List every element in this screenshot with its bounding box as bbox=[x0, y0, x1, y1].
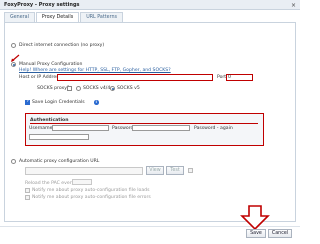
manual-arrow-icon bbox=[11, 54, 20, 62]
save-button[interactable]: Save bbox=[246, 229, 266, 238]
auto-proxy-radio[interactable] bbox=[11, 159, 16, 164]
port-input[interactable]: 0 bbox=[226, 74, 253, 81]
test-button[interactable]: Test bbox=[166, 166, 184, 175]
port-label: Port bbox=[217, 75, 227, 80]
direct-connection-label: Direct internet connection (no proxy) bbox=[19, 43, 105, 48]
pointer-arrow-icon bbox=[240, 205, 270, 230]
close-icon[interactable]: × bbox=[290, 2, 297, 9]
socks-v5-label: SOCKS v5 bbox=[117, 86, 140, 91]
socks-proxy-checkbox[interactable] bbox=[67, 86, 72, 91]
notify-errors-checkbox[interactable] bbox=[25, 195, 30, 200]
save-credentials-checkbox[interactable] bbox=[25, 99, 30, 105]
socks-v4-label: SOCKS v4/4a bbox=[83, 86, 114, 91]
authentication-divider bbox=[30, 123, 258, 124]
info-icon[interactable]: i bbox=[94, 100, 99, 105]
password-again-label: Password - again bbox=[194, 126, 233, 131]
username-input[interactable] bbox=[52, 125, 109, 131]
tab-general[interactable]: General bbox=[4, 12, 35, 22]
notify-errors-label: Notify me about proxy auto-configuration… bbox=[32, 195, 151, 200]
tab-proxy-details[interactable]: Proxy Details bbox=[35, 12, 80, 22]
auto-proxy-label: Automatic proxy configuration URL bbox=[19, 159, 100, 164]
manual-proxy-label: Manual Proxy Configuration bbox=[19, 62, 83, 67]
cancel-button[interactable]: Cancel bbox=[268, 229, 292, 238]
tab-url-patterns[interactable]: URL Patterns bbox=[80, 12, 124, 22]
port-value: 0 bbox=[228, 75, 231, 80]
socks-proxy-label: SOCKS proxy? bbox=[37, 86, 70, 91]
host-label: Host or IP Address bbox=[19, 75, 61, 80]
reload-icon[interactable] bbox=[188, 168, 193, 173]
view-button[interactable]: View bbox=[146, 166, 164, 175]
socks-v4-radio[interactable] bbox=[76, 86, 81, 91]
username-label: Username bbox=[29, 126, 53, 131]
help-link[interactable]: Help! Where are settings for HTTP, SSL, … bbox=[19, 68, 171, 73]
direct-connection-radio[interactable] bbox=[11, 43, 16, 48]
notify-load-label: Notify me about proxy auto-configuration… bbox=[32, 188, 150, 193]
auto-url-input[interactable] bbox=[25, 167, 143, 175]
reload-label: Reload the PAC every bbox=[25, 181, 75, 186]
notify-load-checkbox[interactable] bbox=[25, 188, 30, 193]
window-title: FoxyProxy - Proxy settings bbox=[4, 2, 80, 8]
reload-minutes-input[interactable] bbox=[72, 179, 92, 185]
password-input[interactable] bbox=[132, 125, 190, 131]
socks-v5-radio[interactable] bbox=[110, 86, 115, 91]
window-titlebar: FoxyProxy - Proxy settings × bbox=[0, 0, 300, 10]
host-input[interactable] bbox=[57, 74, 213, 81]
tab-bar: General Proxy Details URL Patterns bbox=[4, 12, 124, 22]
password-label: Password bbox=[112, 126, 134, 131]
password-again-input[interactable] bbox=[29, 134, 89, 140]
save-credentials-label: Save Login Credentials bbox=[32, 100, 85, 105]
